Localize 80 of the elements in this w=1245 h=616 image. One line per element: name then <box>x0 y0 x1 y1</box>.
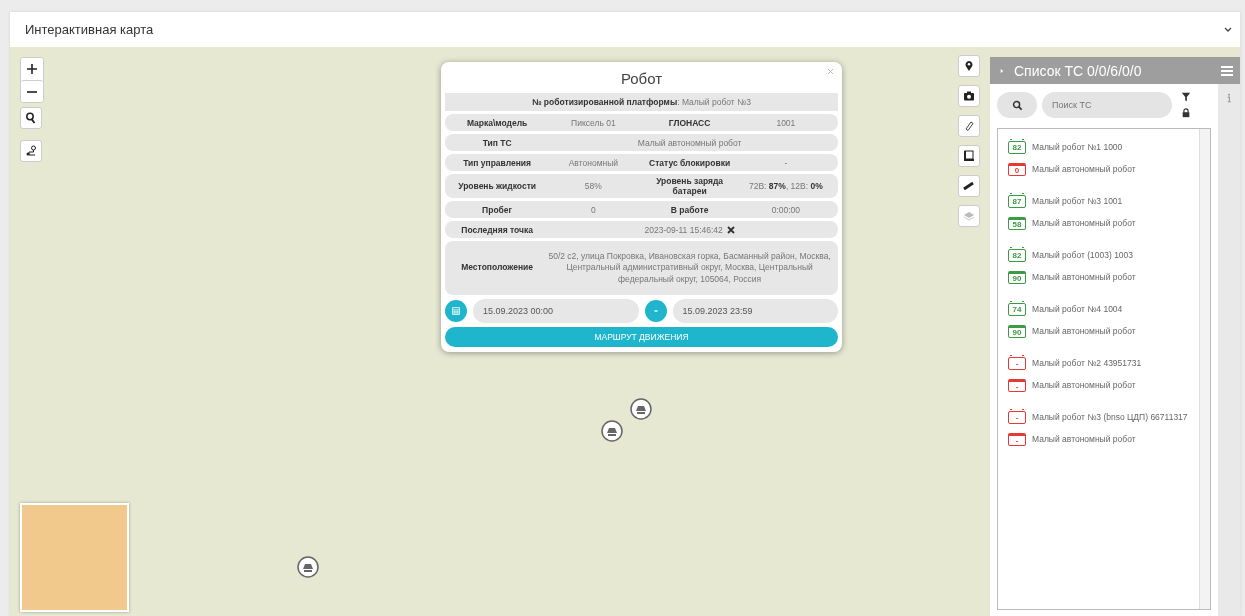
camera-icon <box>963 90 975 102</box>
tank-indicator: - <box>1008 379 1026 392</box>
search-icon <box>1011 99 1023 111</box>
square-icon <box>963 150 975 162</box>
platform-number: № роботизированной платформы: Малый робот №3 <box>445 93 838 111</box>
field-value: 58% <box>583 181 603 191</box>
field-label: Тип ТС <box>481 137 513 148</box>
field-label: Уровень жидкости <box>457 181 538 191</box>
search-icon <box>25 112 37 124</box>
field-label: Статус блокировки <box>648 157 732 168</box>
screenshot-button[interactable] <box>958 85 980 107</box>
robot-marker-icon[interactable] <box>601 420 623 442</box>
close-icon[interactable] <box>726 225 735 234</box>
field-value: 0 <box>590 204 597 215</box>
battery-indicator: 82 <box>1008 141 1026 154</box>
field-label: Пробег <box>481 204 514 215</box>
search-field[interactable]: Поиск ТС <box>1042 92 1172 118</box>
battery-indicator: - <box>1008 357 1026 370</box>
zoom-out-button[interactable] <box>21 80 43 102</box>
battery-indicator: 82 <box>1008 249 1026 262</box>
filter-icon <box>1181 92 1191 102</box>
field-value: Малый автономный робот <box>636 137 743 148</box>
lock-icon <box>1181 108 1191 118</box>
pin-icon <box>963 60 975 72</box>
tank-indicator: 0 <box>1008 163 1026 176</box>
tank-indicator: 90 <box>1008 271 1026 284</box>
layers-icon <box>963 210 975 222</box>
field-label: Тип управления <box>462 157 533 168</box>
robot-marker-icon[interactable] <box>630 398 652 420</box>
vehicle-text[interactable]: Малый автономный робот <box>1032 217 1136 228</box>
scrollbar[interactable] <box>1199 129 1210 609</box>
vehicle-text[interactable]: Малый автономный робот <box>1032 433 1136 444</box>
field-value: 1001 <box>775 117 797 128</box>
field-label: Местоположение <box>460 262 535 274</box>
vehicle-text[interactable]: Малый автономный робот <box>1032 271 1136 282</box>
battery-indicator: - <box>1008 411 1026 424</box>
field-value: - <box>783 157 789 168</box>
field-value: 50/2 с2, улица Покровка, Ивановская горка, Басманный район, Москва, Центральный административный округ, Москва, Центральный федеральный округ, 105064, Россия <box>547 250 832 286</box>
field-label: В работе <box>669 204 710 215</box>
plus-icon <box>26 63 38 75</box>
field-value: 72В: 87%, 12В: 0% <box>748 181 824 191</box>
vehicle-text[interactable]: Малый робот №1 1000 <box>1032 141 1123 152</box>
popup-title: Робот <box>619 70 664 87</box>
field-value: Пиксель 01 <box>570 117 617 128</box>
field-label: ГЛОНАСС <box>667 117 712 128</box>
vehicle-text[interactable]: Малый робот №3 (bnso ЦДП) 66711317 <box>1032 411 1188 422</box>
vehicle-text[interactable]: Малый автономный робот <box>1032 163 1136 174</box>
field-label: Последняя точка <box>460 224 534 235</box>
robot-marker-icon[interactable] <box>297 556 319 578</box>
route-button[interactable] <box>20 140 42 162</box>
battery-indicator: 74 <box>1008 303 1026 316</box>
chevron-down-icon[interactable] <box>1224 26 1232 33</box>
ruler-button[interactable] <box>958 175 980 197</box>
search-button[interactable] <box>997 92 1037 118</box>
search-button[interactable] <box>20 107 42 129</box>
panel-title: Список ТС 0/0/6/0/0 <box>1014 62 1142 79</box>
marker-button[interactable] <box>958 55 980 77</box>
date-from-field[interactable]: 15.09.2023 00:00 <box>473 299 639 323</box>
tank-indicator: - <box>1008 433 1026 446</box>
vehicle-text[interactable]: Малый робот №3 1001 <box>1032 195 1123 206</box>
vehicle-text[interactable]: Малый автономный робот <box>1032 379 1136 390</box>
battery-indicator: 87 <box>1008 195 1026 208</box>
vehicle-text[interactable]: Малый робот (1003) 1003 <box>1032 249 1134 260</box>
field-label: Уровень заряда батареи <box>655 176 725 196</box>
field-value: 2023-09-11 15:46:42 <box>644 224 723 235</box>
tank-indicator: 90 <box>1008 325 1026 338</box>
field-value: 0:00:00 <box>770 204 802 215</box>
field-value: Автономный <box>567 157 620 168</box>
area-button[interactable] <box>958 145 980 167</box>
calendar-icon <box>451 306 461 316</box>
date-to-field[interactable]: 15.09.2023 23:59 <box>672 299 838 323</box>
vehicle-text[interactable]: Малый автономный робот <box>1032 325 1136 336</box>
eraser-button[interactable] <box>958 115 980 137</box>
page-title: Интерактивная карта <box>25 22 154 37</box>
route-icon <box>25 145 37 157</box>
menu-icon[interactable] <box>1220 65 1233 76</box>
vehicle-text[interactable]: Малый робот №2 43951731 <box>1032 357 1142 368</box>
vehicle-text[interactable]: Малый робот №4 1004 <box>1032 303 1123 314</box>
tank-indicator: 58 <box>1008 217 1026 230</box>
field-label: Марка\модель <box>465 117 529 128</box>
